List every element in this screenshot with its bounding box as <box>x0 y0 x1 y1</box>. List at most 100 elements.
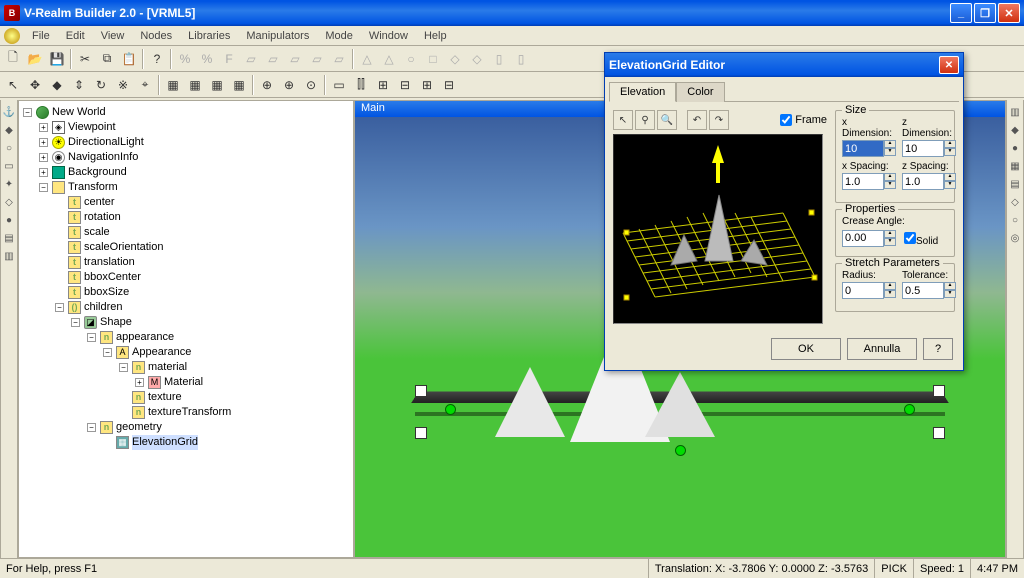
menu-view[interactable]: View <box>93 28 133 44</box>
tb1-k[interactable]: ○ <box>400 48 422 70</box>
spin-up[interactable]: ▲ <box>944 140 956 148</box>
tb1-b[interactable]: % <box>196 48 218 70</box>
tree-navinfo[interactable]: NavigationInfo <box>68 150 138 165</box>
tree-dirlight[interactable]: DirectionalLight <box>68 135 144 150</box>
selection-handle[interactable] <box>933 385 945 397</box>
manipulator-handle[interactable] <box>445 404 456 415</box>
tb1-h[interactable]: ▱ <box>328 48 350 70</box>
tree-expander[interactable]: + <box>39 138 48 147</box>
spin-down[interactable]: ▼ <box>884 238 896 246</box>
tree-bboxsize[interactable]: bboxSize <box>84 285 129 300</box>
manipulator-handle[interactable] <box>675 445 686 456</box>
tolerance-input[interactable] <box>902 282 944 299</box>
spin-down[interactable]: ▼ <box>884 181 896 189</box>
tree-expander[interactable]: + <box>39 168 48 177</box>
close-button[interactable]: ✕ <box>998 3 1020 23</box>
layout-4-icon[interactable]: ⊟ <box>394 74 416 96</box>
tb1-e[interactable]: ▱ <box>262 48 284 70</box>
dlg-zoom-icon[interactable]: 🔍 <box>657 110 677 130</box>
rvt-a[interactable]: ▥ <box>1007 104 1023 120</box>
tb2-h[interactable]: ▦ <box>228 74 250 96</box>
menu-nodes[interactable]: Nodes <box>132 28 180 44</box>
open-button[interactable]: 📂 <box>24 48 46 70</box>
tb2-c[interactable]: ※ <box>112 74 134 96</box>
tb1-n[interactable]: ◇ <box>466 48 488 70</box>
tb1-f[interactable]: ▱ <box>284 48 306 70</box>
paste-button[interactable]: 📋 <box>118 48 140 70</box>
spin-down[interactable]: ▼ <box>884 148 896 156</box>
selection-handle[interactable] <box>415 427 427 439</box>
tree-expander[interactable]: + <box>135 378 144 387</box>
tree-expander[interactable]: − <box>119 363 128 372</box>
tb2-d[interactable]: ⌖ <box>134 74 156 96</box>
layout-3-icon[interactable]: ⊞ <box>372 74 394 96</box>
restore-button[interactable]: ❐ <box>974 3 996 23</box>
vt-anchor-icon[interactable]: ⚓ <box>1 104 17 120</box>
minimize-button[interactable]: _ <box>950 3 972 23</box>
menu-window[interactable]: Window <box>361 28 416 44</box>
xdim-input[interactable] <box>842 140 884 157</box>
rvt-d[interactable]: ▦ <box>1007 158 1023 174</box>
layout-6-icon[interactable]: ⊟ <box>438 74 460 96</box>
vt-b[interactable]: ○ <box>1 140 17 156</box>
crease-input[interactable] <box>842 230 884 247</box>
tree-transform[interactable]: Transform <box>68 180 118 195</box>
tb1-i[interactable]: △ <box>356 48 378 70</box>
tree-viewpoint[interactable]: Viewpoint <box>68 120 116 135</box>
tree-expander[interactable]: − <box>23 108 32 117</box>
rvt-h[interactable]: ◎ <box>1007 230 1023 246</box>
menu-file[interactable]: File <box>24 28 58 44</box>
tree-background[interactable]: Background <box>68 165 127 180</box>
layout-2-icon[interactable]: ⫿⫿ <box>350 74 372 96</box>
spin-down[interactable]: ▼ <box>944 290 956 298</box>
menu-manipulators[interactable]: Manipulators <box>238 28 317 44</box>
select-arrow-icon[interactable]: ↖ <box>2 74 24 96</box>
spin-up[interactable]: ▲ <box>944 173 956 181</box>
spin-down[interactable]: ▼ <box>884 290 896 298</box>
vt-e[interactable]: ◇ <box>1 194 17 210</box>
vt-f[interactable]: ● <box>1 212 17 228</box>
tree-scale[interactable]: scale <box>84 225 110 240</box>
dialog-preview-canvas[interactable] <box>613 134 823 324</box>
tree-expander[interactable]: − <box>103 348 112 357</box>
tb2-e[interactable]: ▦ <box>162 74 184 96</box>
layout-1-icon[interactable]: ▭ <box>328 74 350 96</box>
tb1-p[interactable]: ▯ <box>510 48 532 70</box>
tree-expander[interactable]: − <box>87 333 96 342</box>
vt-a[interactable]: ◆ <box>1 122 17 138</box>
tb2-g[interactable]: ▦ <box>206 74 228 96</box>
copy-button[interactable]: ⧉ <box>96 48 118 70</box>
tree-geometry[interactable]: geometry <box>116 420 162 435</box>
spin-up[interactable]: ▲ <box>884 282 896 290</box>
tree-material-node[interactable]: Material <box>164 375 203 390</box>
save-button[interactable]: 💾 <box>46 48 68 70</box>
vt-c[interactable]: ▭ <box>1 158 17 174</box>
tree-rotation[interactable]: rotation <box>84 210 121 225</box>
zdim-input[interactable] <box>902 140 944 157</box>
cut-button[interactable]: ✂ <box>74 48 96 70</box>
tree-root[interactable]: New World <box>52 105 106 120</box>
tb2-i[interactable]: ⊕ <box>256 74 278 96</box>
spin-up[interactable]: ▲ <box>944 282 956 290</box>
tree-center[interactable]: center <box>84 195 115 210</box>
menu-help[interactable]: Help <box>416 28 455 44</box>
selection-handle[interactable] <box>415 385 427 397</box>
tree-material-field[interactable]: material <box>148 360 187 375</box>
xspacing-input[interactable] <box>842 173 884 190</box>
tb2-f[interactable]: ▦ <box>184 74 206 96</box>
tb1-g[interactable]: ▱ <box>306 48 328 70</box>
vt-d[interactable]: ✦ <box>1 176 17 192</box>
spin-up[interactable]: ▲ <box>884 230 896 238</box>
spin-up[interactable]: ▲ <box>884 140 896 148</box>
rvt-b[interactable]: ◆ <box>1007 122 1023 138</box>
rvt-f[interactable]: ◇ <box>1007 194 1023 210</box>
tb1-o[interactable]: ▯ <box>488 48 510 70</box>
tree-appearance-node[interactable]: Appearance <box>132 345 191 360</box>
dlg-magnify-icon[interactable]: ⚲ <box>635 110 655 130</box>
menu-edit[interactable]: Edit <box>58 28 93 44</box>
tb2-a[interactable]: ⇕ <box>68 74 90 96</box>
vt-h[interactable]: ▥ <box>1 248 17 264</box>
zspacing-input[interactable] <box>902 173 944 190</box>
manipulator-handle[interactable] <box>904 404 915 415</box>
tree-bboxcenter[interactable]: bboxCenter <box>84 270 141 285</box>
